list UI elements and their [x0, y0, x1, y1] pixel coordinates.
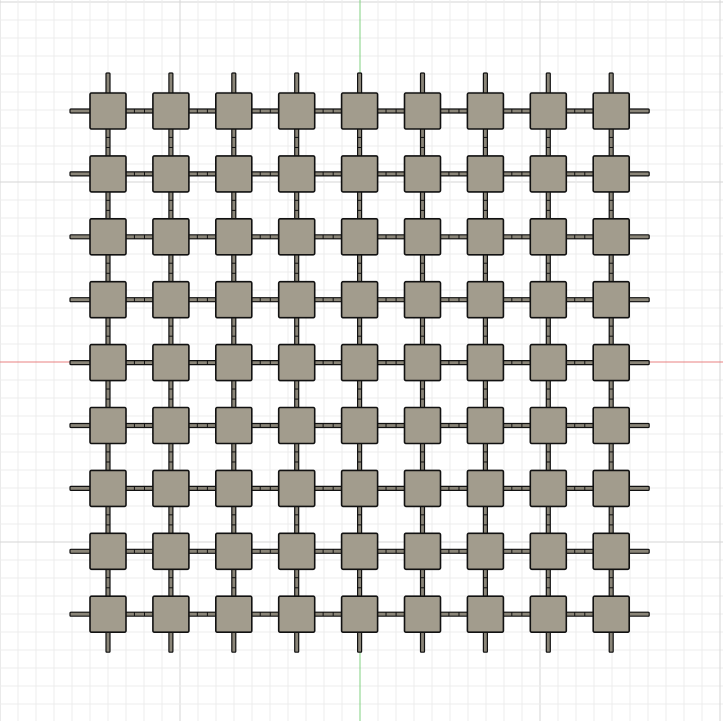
pad-square[interactable]: [152, 343, 190, 382]
pad-square[interactable]: [215, 343, 253, 382]
pad-square[interactable]: [466, 532, 505, 571]
pad-square[interactable]: [277, 343, 316, 382]
pad-square[interactable]: [466, 218, 505, 256]
pad-square[interactable]: [89, 595, 127, 634]
pad-square[interactable]: [466, 343, 505, 382]
pad-square[interactable]: [277, 469, 316, 508]
pad-square[interactable]: [529, 155, 568, 193]
pad-square[interactable]: [215, 595, 253, 634]
pad-square[interactable]: [215, 532, 253, 571]
pad-square[interactable]: [592, 218, 631, 256]
pad-square[interactable]: [340, 92, 379, 130]
pad-square[interactable]: [592, 469, 631, 508]
pad-square[interactable]: [152, 218, 190, 256]
pad-square[interactable]: [403, 280, 442, 319]
pad-square[interactable]: [403, 532, 442, 571]
pad-square[interactable]: [340, 155, 379, 193]
pad-square[interactable]: [403, 406, 442, 445]
pad-square[interactable]: [403, 469, 442, 508]
pad-square[interactable]: [529, 280, 568, 319]
pad-square[interactable]: [277, 595, 316, 634]
pad-square[interactable]: [152, 469, 190, 508]
pad-square[interactable]: [529, 469, 568, 508]
pad-square[interactable]: [403, 155, 442, 193]
pad-square[interactable]: [466, 155, 505, 193]
pad-square[interactable]: [529, 595, 568, 634]
pad-square[interactable]: [277, 280, 316, 319]
pad-square[interactable]: [592, 595, 631, 634]
pad-square[interactable]: [340, 595, 379, 634]
pad-square[interactable]: [152, 406, 190, 445]
pad-square[interactable]: [89, 92, 127, 130]
pad-square[interactable]: [89, 469, 127, 508]
pad-square[interactable]: [277, 406, 316, 445]
pad-square[interactable]: [215, 469, 253, 508]
pad-square[interactable]: [403, 92, 442, 130]
pad-group: [89, 92, 631, 634]
pad-square[interactable]: [277, 532, 316, 571]
pad-square[interactable]: [340, 280, 379, 319]
pad-square[interactable]: [152, 532, 190, 571]
pad-square[interactable]: [89, 343, 127, 382]
pad-square[interactable]: [466, 406, 505, 445]
pad-square[interactable]: [340, 218, 379, 256]
pad-square[interactable]: [152, 92, 190, 130]
pad-square[interactable]: [340, 406, 379, 445]
pad-square[interactable]: [277, 92, 316, 130]
pad-square[interactable]: [592, 92, 631, 130]
pad-square[interactable]: [592, 155, 631, 193]
pad-square[interactable]: [592, 280, 631, 319]
pad-square[interactable]: [215, 155, 253, 193]
pad-array[interactable]: [69, 72, 650, 653]
pad-square[interactable]: [89, 218, 127, 256]
pad-square[interactable]: [152, 155, 190, 193]
pad-square[interactable]: [277, 218, 316, 256]
pad-square[interactable]: [152, 595, 190, 634]
pad-square[interactable]: [592, 406, 631, 445]
pad-square[interactable]: [277, 155, 316, 193]
cad-viewport[interactable]: [0, 0, 723, 721]
pad-square[interactable]: [529, 343, 568, 382]
pad-square[interactable]: [340, 469, 379, 508]
pad-square[interactable]: [466, 280, 505, 319]
pad-square[interactable]: [529, 406, 568, 445]
pad-square[interactable]: [89, 406, 127, 445]
pad-square[interactable]: [340, 532, 379, 571]
pad-square[interactable]: [592, 532, 631, 571]
pad-square[interactable]: [466, 469, 505, 508]
pad-square[interactable]: [403, 343, 442, 382]
pad-square[interactable]: [403, 218, 442, 256]
pad-square[interactable]: [215, 92, 253, 130]
pad-square[interactable]: [152, 280, 190, 319]
pad-square[interactable]: [529, 218, 568, 256]
pad-square[interactable]: [529, 92, 568, 130]
pad-square[interactable]: [529, 532, 568, 571]
pad-square[interactable]: [466, 92, 505, 130]
pad-square[interactable]: [89, 155, 127, 193]
pad-square[interactable]: [592, 343, 631, 382]
pad-square[interactable]: [466, 595, 505, 634]
pad-square[interactable]: [89, 280, 127, 319]
pad-square[interactable]: [340, 343, 379, 382]
pad-square[interactable]: [89, 532, 127, 571]
pad-square[interactable]: [215, 218, 253, 256]
pad-square[interactable]: [403, 595, 442, 634]
pad-square[interactable]: [215, 406, 253, 445]
pad-square[interactable]: [215, 280, 253, 319]
